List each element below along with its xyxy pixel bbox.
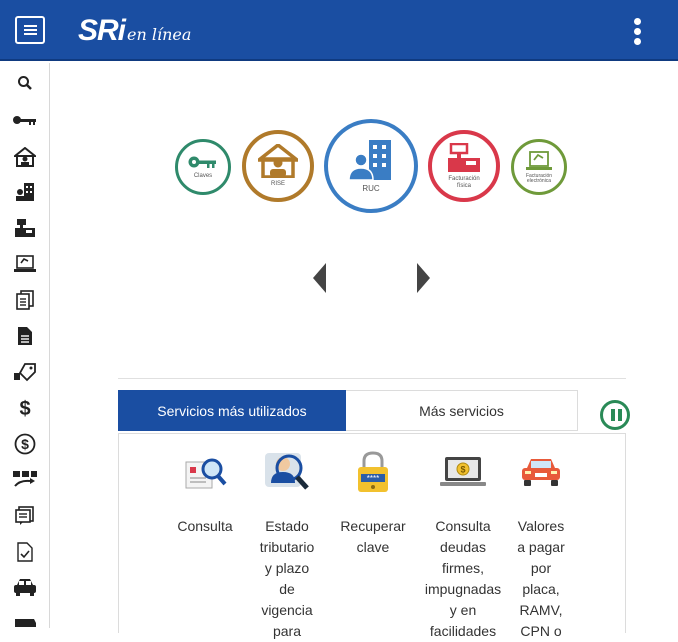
- carousel-item-facturacion-electronica[interactable]: Facturación electrónica: [511, 139, 567, 195]
- service-label: Recuperar clave: [340, 518, 406, 555]
- service-estado-tributario[interactable]: Estado tributario y plazo de vigencia pa…: [256, 450, 318, 642]
- carousel-item-rise[interactable]: RISE: [242, 130, 314, 202]
- more-options-icon[interactable]: [631, 18, 643, 48]
- padlock-icon: ****: [338, 450, 408, 494]
- svg-text:$: $: [19, 398, 30, 419]
- checklist-icon[interactable]: [10, 537, 40, 567]
- carousel-prev-button[interactable]: [313, 263, 326, 293]
- person-magnifier-icon: [256, 450, 318, 494]
- dollar-icon[interactable]: $: [10, 393, 40, 423]
- carousel-label: RUC: [362, 184, 380, 194]
- car-icon[interactable]: [10, 572, 40, 602]
- service-label: Consulta deudas firmes, impugnadas y en …: [424, 518, 502, 639]
- service-label: Valores a pagar por placa, RAMV, CPN o: [517, 518, 565, 639]
- notes-icon[interactable]: [10, 501, 40, 531]
- document-magnifier-icon: [172, 450, 238, 494]
- buildings-person-icon: [348, 140, 391, 181]
- divider: [118, 378, 626, 379]
- cash-register-icon: [448, 142, 480, 172]
- svg-text:****: ****: [367, 474, 379, 483]
- carousel-label: Claves: [193, 172, 213, 179]
- main-content: Claves RISE RUC Facturación física Factu…: [51, 63, 678, 639]
- sri-logo[interactable]: SRi en línea: [78, 14, 191, 48]
- tab-servicios-mas-utilizados[interactable]: Servicios más utilizados: [118, 390, 346, 431]
- house-person-icon: [258, 144, 298, 179]
- truck-icon[interactable]: [10, 609, 40, 627]
- top-bar: SRi en línea: [0, 0, 678, 61]
- laptop-coin-icon: $: [421, 450, 505, 494]
- logo-main-text: SRi: [78, 14, 126, 47]
- pause-button[interactable]: [600, 400, 630, 430]
- hamburger-menu-button[interactable]: [15, 16, 45, 44]
- carousel-label: Facturación física: [448, 175, 480, 189]
- carousel-next-button[interactable]: [417, 263, 430, 293]
- laptop-invoice-icon: [526, 150, 552, 170]
- cash-register-icon[interactable]: [10, 213, 40, 243]
- carousel-item-facturacion-fisica[interactable]: Facturación física: [428, 130, 500, 202]
- tab-mas-servicios[interactable]: Más servicios: [346, 390, 578, 431]
- service-valores-placa[interactable]: Valores a pagar por placa, RAMV, CPN o: [511, 450, 571, 642]
- service-consulta-deudas[interactable]: $ Consulta deudas firmes, impugnadas y e…: [421, 450, 505, 642]
- documents-icon[interactable]: [10, 285, 40, 315]
- service-recuperar-clave[interactable]: **** Recuperar clave: [338, 450, 408, 558]
- dollar-circle-icon[interactable]: $: [10, 429, 40, 459]
- service-label: Consulta: [177, 518, 233, 534]
- search-icon[interactable]: [10, 68, 40, 98]
- carousel-label: RISE: [270, 181, 285, 188]
- key-icon[interactable]: [10, 105, 40, 135]
- car-icon: [511, 450, 571, 494]
- sidebar: $ $: [0, 63, 50, 628]
- service-label: Estado tributario y plazo de vigencia pa…: [259, 518, 315, 639]
- house-person-icon[interactable]: [10, 142, 40, 172]
- transfer-icon[interactable]: [10, 465, 40, 495]
- svg-text:$: $: [21, 436, 29, 452]
- services-panel: Consulta Estado tributario y plazo de vi…: [118, 433, 626, 639]
- carousel-item-claves[interactable]: Claves: [175, 139, 231, 195]
- service-consulta[interactable]: Consulta: [172, 450, 238, 537]
- logo-sub-text: en línea: [127, 25, 192, 44]
- key-icon: [188, 156, 216, 168]
- carousel-label: Facturación electrónica: [525, 172, 553, 184]
- document-icon[interactable]: [10, 321, 40, 351]
- carousel-item-ruc[interactable]: RUC: [324, 119, 418, 213]
- buildings-icon[interactable]: [10, 177, 40, 207]
- svg-text:$: $: [460, 465, 465, 475]
- hand-tag-icon[interactable]: [10, 357, 40, 387]
- laptop-invoice-icon[interactable]: [10, 249, 40, 279]
